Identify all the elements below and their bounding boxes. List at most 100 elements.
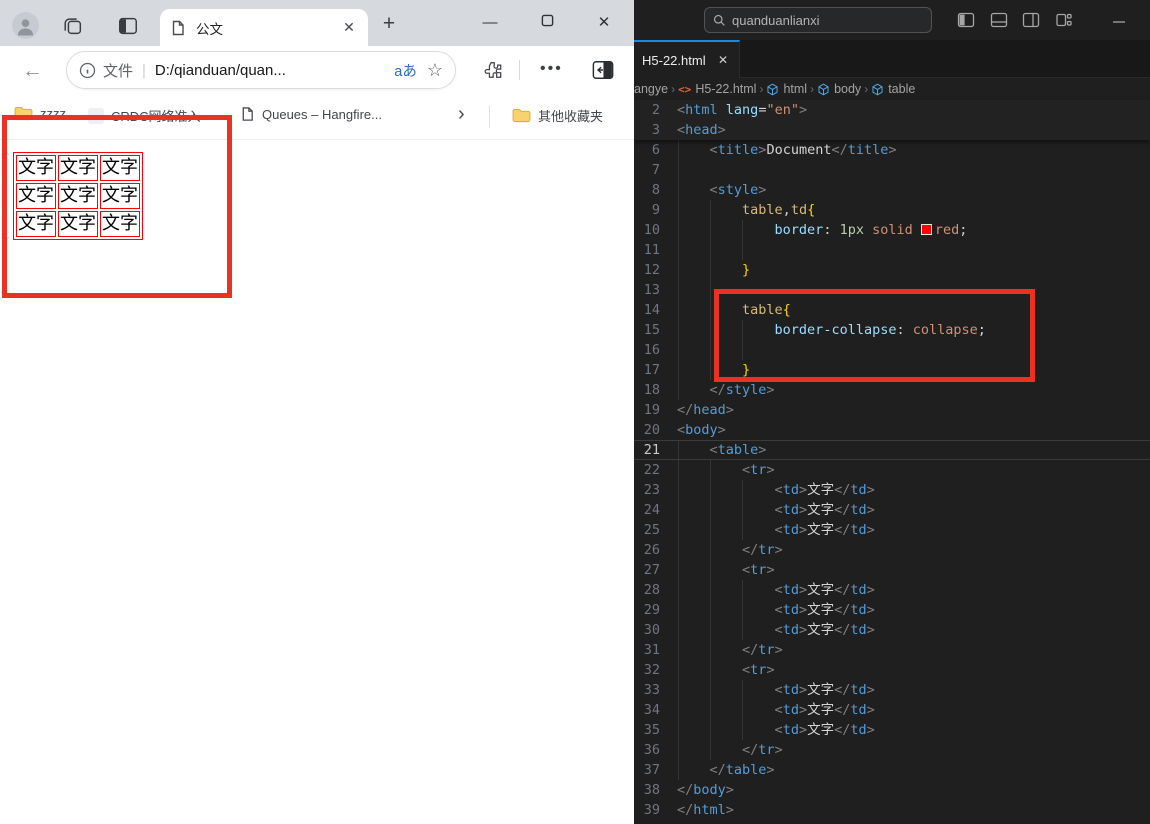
line-number: 2 bbox=[651, 102, 660, 118]
line-number: 33 bbox=[643, 682, 660, 698]
code-line-35[interactable]: 35 <td>文字</td> bbox=[634, 720, 1150, 740]
window-minimize-button[interactable]: — bbox=[480, 14, 500, 32]
code-line-7[interactable]: 7 bbox=[634, 160, 1150, 180]
code-text: <td>文字</td> bbox=[774, 502, 875, 518]
code-line-33[interactable]: 33 <td>文字</td> bbox=[634, 680, 1150, 700]
code-text: </style> bbox=[709, 382, 775, 398]
address-separator: | bbox=[142, 61, 146, 79]
settings-more-button[interactable]: ••• bbox=[540, 60, 563, 84]
bookmarks-overflow-chevron[interactable]: › bbox=[458, 103, 465, 126]
code-line-25[interactable]: 25 <td>文字</td> bbox=[634, 520, 1150, 540]
code-text: <td>文字</td> bbox=[774, 482, 875, 498]
code-line-32[interactable]: 32 <tr> bbox=[634, 660, 1150, 680]
back-button[interactable]: ← bbox=[22, 59, 43, 83]
code-line-11[interactable]: 11 bbox=[634, 240, 1150, 260]
maximize-icon bbox=[541, 14, 553, 27]
code-line-37[interactable]: 37 </table> bbox=[634, 760, 1150, 780]
window-close-button[interactable]: ✕ bbox=[594, 14, 614, 32]
symbol-cube-icon bbox=[818, 83, 829, 95]
translate-icon[interactable]: aあ bbox=[394, 60, 417, 81]
code-line-19[interactable]: 19 </head> bbox=[634, 400, 1150, 420]
toggle-primary-sidebar-icon[interactable] bbox=[957, 11, 975, 29]
line-number: 20 bbox=[643, 422, 660, 438]
code-line-26[interactable]: 26 </tr> bbox=[634, 540, 1150, 560]
line-number: 25 bbox=[643, 522, 660, 538]
code-line-18[interactable]: 18 </style> bbox=[634, 380, 1150, 400]
css-color-swatch[interactable] bbox=[920, 224, 932, 235]
code-line-36[interactable]: 36 </tr> bbox=[634, 740, 1150, 760]
tab-close-icon[interactable]: ✕ bbox=[340, 19, 358, 36]
toggle-panel-icon[interactable] bbox=[990, 11, 1008, 29]
code-text: </table> bbox=[709, 762, 775, 778]
toolbar-separator bbox=[519, 60, 520, 80]
code-line-3[interactable]: 3 <head> bbox=[634, 120, 1150, 140]
bookmark-other-favorites-folder[interactable]: 其他收藏夹 bbox=[512, 106, 603, 125]
code-text: <td>文字</td> bbox=[774, 522, 875, 538]
code-line-12[interactable]: 12 } bbox=[634, 260, 1150, 280]
code-line-8[interactable]: 8 <style> bbox=[634, 180, 1150, 200]
code-line-2[interactable]: 2 <html lang="en"> bbox=[634, 100, 1150, 120]
breadcrumb-item-body[interactable]: body bbox=[817, 82, 861, 96]
code-line-31[interactable]: 31 </tr> bbox=[634, 640, 1150, 660]
code-line-38[interactable]: 38 </body> bbox=[634, 780, 1150, 800]
symbol-cube-icon bbox=[872, 83, 883, 95]
sidebar-toggle-icon[interactable] bbox=[592, 58, 614, 82]
code-editor[interactable]: 6 <title>Document</title> 7 8 <style> 9 tab… bbox=[634, 100, 1150, 824]
workspaces-icon[interactable] bbox=[62, 15, 84, 37]
vscode-minimize-icon[interactable] bbox=[1110, 13, 1128, 31]
code-line-22[interactable]: 22 <tr> bbox=[634, 460, 1150, 480]
code-line-21[interactable]: 21 <table> bbox=[634, 440, 1150, 460]
code-line-10[interactable]: 10 border: 1px solid red; bbox=[634, 220, 1150, 240]
line-number: 39 bbox=[643, 802, 660, 818]
line-number: 16 bbox=[643, 342, 660, 358]
indent-guide bbox=[709, 280, 711, 300]
line-number: 17 bbox=[643, 362, 660, 378]
code-text: table,td{ bbox=[742, 202, 816, 218]
extensions-puzzle-icon[interactable] bbox=[483, 58, 504, 82]
code-line-23[interactable]: 23 <td>文字</td> bbox=[634, 480, 1150, 500]
vscode-tab-h5-22[interactable]: H5-22.html ✕ bbox=[634, 40, 740, 78]
line-number: 22 bbox=[643, 462, 660, 478]
command-center-search[interactable]: quanduanlianxi bbox=[704, 7, 932, 33]
breadcrumb-item-html[interactable]: html bbox=[766, 82, 807, 96]
line-number: 35 bbox=[643, 722, 660, 738]
customize-layout-icon[interactable] bbox=[1055, 11, 1073, 29]
line-number: 11 bbox=[643, 242, 660, 258]
code-line-29[interactable]: 29 <td>文字</td> bbox=[634, 600, 1150, 620]
code-lines: 6 <title>Document</title> 7 8 <style> 9 tab… bbox=[634, 140, 1150, 820]
vertical-tabs-icon[interactable] bbox=[117, 15, 139, 37]
code-text: <tr> bbox=[742, 462, 775, 478]
favorite-star-icon[interactable]: ☆ bbox=[427, 60, 443, 81]
breadcrumb-item-table[interactable]: table bbox=[871, 82, 915, 96]
bookmark-label: 其他收藏夹 bbox=[538, 109, 604, 124]
breadcrumb-item-angye[interactable]: angye bbox=[634, 82, 668, 96]
bookmark-queues-hangfire[interactable]: Queues – Hangfire... bbox=[240, 106, 382, 122]
code-line-9[interactable]: 9 table,td{ bbox=[634, 200, 1150, 220]
vscode-title-bar: quanduanlianxi bbox=[634, 0, 1150, 40]
line-number: 27 bbox=[643, 562, 660, 578]
address-bar[interactable]: 文件 | D:/qianduan/quan... aあ ☆ bbox=[66, 51, 456, 89]
code-line-39[interactable]: 39 </html> bbox=[634, 800, 1150, 820]
browser-tab[interactable]: 公文 ✕ bbox=[160, 9, 368, 46]
code-line-6[interactable]: 6 <title>Document</title> bbox=[634, 140, 1150, 160]
code-line-28[interactable]: 28 <td>文字</td> bbox=[634, 580, 1150, 600]
code-line-30[interactable]: 30 <td>文字</td> bbox=[634, 620, 1150, 640]
toggle-secondary-sidebar-icon[interactable] bbox=[1022, 11, 1040, 29]
code-line-24[interactable]: 24 <td>文字</td> bbox=[634, 500, 1150, 520]
folder-icon bbox=[512, 108, 531, 123]
new-tab-button[interactable]: + bbox=[378, 13, 400, 36]
indent-guide bbox=[678, 280, 679, 300]
code-text: <td>文字</td> bbox=[774, 622, 875, 638]
code-line-34[interactable]: 34 <td>文字</td> bbox=[634, 700, 1150, 720]
code-line-20[interactable]: 20 <body> bbox=[634, 420, 1150, 440]
vscode-tab-label: H5-22.html bbox=[642, 52, 706, 68]
code-text: border: 1px solid red; bbox=[774, 222, 968, 238]
site-info-icon[interactable] bbox=[79, 62, 96, 79]
profile-avatar[interactable] bbox=[12, 12, 39, 39]
window-maximize-button[interactable] bbox=[537, 14, 557, 32]
breadcrumb-item-H5-22.html[interactable]: <> H5-22.html bbox=[678, 82, 756, 96]
code-text: </body> bbox=[677, 782, 734, 798]
line-number: 32 bbox=[643, 662, 660, 678]
code-line-27[interactable]: 27 <tr> bbox=[634, 560, 1150, 580]
vscode-tab-close-icon[interactable]: ✕ bbox=[715, 53, 731, 67]
